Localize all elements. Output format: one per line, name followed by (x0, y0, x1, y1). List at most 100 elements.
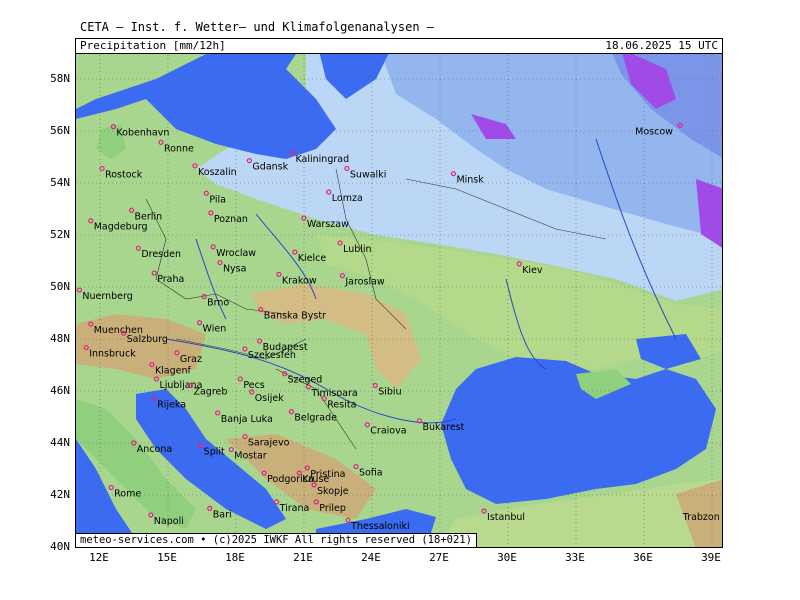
city-marker[interactable]: Wien (196, 320, 227, 335)
city-marker[interactable]: Krakow (276, 271, 317, 286)
city-marker[interactable]: Klagenf (149, 361, 192, 377)
city-marker[interactable]: Graz (174, 350, 202, 365)
lat-label: 48N (50, 332, 70, 345)
city-marker[interactable]: Poznan (208, 210, 248, 225)
lon-label: 27E (429, 551, 449, 564)
city-marker[interactable]: Rostock (99, 165, 143, 180)
city-name: Magdeburg (94, 222, 148, 233)
city-marker[interactable]: Nysa (217, 259, 247, 275)
city-name: Kaliningrad (295, 154, 349, 165)
city-marker[interactable]: Lublin (337, 240, 372, 255)
city-marker[interactable]: Wroclaw (210, 244, 256, 259)
city-marker[interactable]: Sofia (353, 463, 383, 479)
city-name: Brno (207, 298, 229, 309)
map-title-bar: Precipitation [mm/12h] 18.06.2025 15 UTC (76, 39, 722, 54)
city-marker[interactable]: Timisoara (305, 384, 358, 399)
city-marker[interactable]: Szeged (281, 371, 323, 386)
city-marker[interactable]: Sibiu (372, 382, 402, 397)
city-marker[interactable]: Craiova (364, 422, 407, 437)
city-marker[interactable]: Belgrade (288, 409, 337, 424)
city-marker[interactable]: Rome (108, 484, 141, 499)
city-marker[interactable]: Kaliningrad (289, 150, 349, 165)
city-marker[interactable]: Kobenhavn (110, 124, 169, 139)
city-name: Banja Luka (221, 414, 273, 425)
city-marker[interactable]: Berlin (128, 207, 163, 222)
city-name: Osijek (255, 393, 285, 404)
city-marker[interactable]: Trabzon (682, 509, 723, 523)
precipitation-map[interactable]: Kobenhavn Ronne Rostock Koszalin Gdansk Kalin… (76, 39, 723, 548)
city-marker[interactable]: Praha (151, 270, 184, 285)
city-name: Bukarest (422, 422, 464, 433)
city-name: Istanbul (487, 512, 525, 523)
city-name: Rostock (105, 169, 143, 180)
city-marker[interactable]: Ancona (131, 440, 172, 455)
lon-label: 21E (293, 551, 313, 564)
city-marker[interactable]: Innsbruck (83, 344, 136, 360)
city-marker[interactable]: Lomza (326, 189, 363, 204)
lat-label: 42N (50, 488, 70, 501)
city-marker[interactable]: Salzburg (121, 330, 168, 345)
city-name: Ronne (164, 143, 194, 154)
city-marker[interactable]: Magdeburg (88, 218, 148, 233)
city-name: Sarajevo (248, 437, 290, 448)
city-name: Rome (114, 488, 141, 499)
city-name: Pila (209, 194, 226, 205)
city-marker[interactable]: Sarajevo (242, 433, 290, 448)
city-name: Craiova (370, 426, 406, 437)
parameter-label: Precipitation [mm/12h] (80, 39, 226, 52)
city-name: Nuernberg (82, 291, 132, 302)
city-marker[interactable]: Suwalki (344, 165, 386, 180)
city-name: Kiev (522, 265, 543, 276)
city-marker[interactable]: Dresden (135, 245, 181, 260)
city-name: Resita (327, 400, 356, 411)
city-name: Kielce (298, 253, 327, 264)
map-frame[interactable]: Kobenhavn Ronne Rostock Koszalin Gdansk Kalin… (75, 38, 723, 548)
city-marker[interactable]: Tirana (274, 499, 310, 514)
city-name: Ancona (137, 444, 172, 455)
city-name: Jaroslaw (344, 277, 385, 288)
city-name: Wien (203, 324, 227, 335)
header-title: CETA – Inst. f. Wetter– und Klimafolgena… (80, 20, 435, 34)
city-marker[interactable]: Banska Bystr (258, 307, 326, 322)
lat-label: 50N (50, 280, 70, 293)
city-marker[interactable]: Thessaloniki (345, 517, 410, 532)
city-marker[interactable]: Napoli (148, 512, 184, 527)
city-name: Mostar (234, 451, 267, 462)
city-marker[interactable]: Jaroslaw (339, 273, 385, 288)
city-name: Skopje (317, 486, 349, 497)
city-name: Sibiu (378, 386, 401, 397)
datetime-label: 18.06.2025 15 UTC (605, 39, 718, 52)
city-name: Thessaloniki (350, 521, 410, 532)
city-marker[interactable]: Kielce (292, 249, 327, 264)
city-marker[interactable]: Prilep (313, 499, 346, 514)
city-marker[interactable]: Mostar (228, 446, 267, 462)
city-marker[interactable]: Koszalin (192, 163, 237, 178)
lat-label: 46N (50, 384, 70, 397)
city-name: Innsbruck (89, 349, 136, 360)
city-marker[interactable]: Nuernberg (76, 287, 133, 302)
lon-label: 39E (701, 551, 721, 564)
city-name: Zagreb (193, 386, 227, 397)
city-name: Graz (180, 354, 202, 365)
city-marker[interactable]: Istanbul (481, 508, 525, 523)
city-marker[interactable]: Warszaw (301, 215, 349, 230)
city-name: Timisoara (310, 388, 357, 399)
city-name: Moscow (635, 126, 673, 137)
city-marker[interactable]: Rijeka (151, 395, 186, 411)
city-marker[interactable]: Banja Luka (215, 410, 273, 425)
city-marker[interactable]: Osijek (249, 389, 285, 404)
city-marker[interactable]: Szekesfeh (242, 346, 296, 361)
city-name: Minsk (456, 175, 484, 186)
city-name: Split (204, 447, 225, 458)
city-marker[interactable]: Brno (201, 293, 229, 309)
city-marker[interactable]: Gdansk (246, 157, 289, 173)
city-marker[interactable]: Skopje (311, 482, 349, 497)
city-marker[interactable]: Zagreb (187, 382, 227, 397)
city-name: Trabzon (682, 512, 720, 523)
lat-label: 54N (50, 176, 70, 189)
city-marker[interactable]: Resita (321, 395, 356, 411)
city-name: Lomza (332, 193, 363, 204)
city-marker[interactable]: Ronne (158, 139, 194, 154)
city-marker[interactable]: Minsk (450, 171, 484, 186)
city-marker[interactable]: Bukarest (416, 418, 465, 433)
